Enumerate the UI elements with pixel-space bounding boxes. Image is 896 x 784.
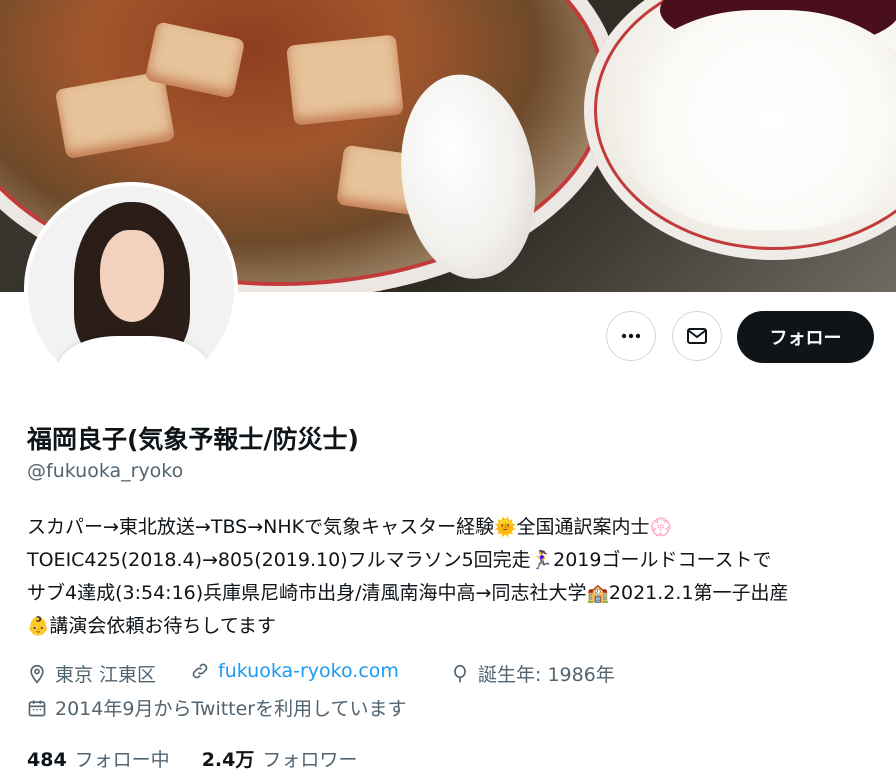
joined-date-text: 2014年9月からTwitterを利用しています — [55, 698, 407, 720]
following-count: 484 — [27, 749, 67, 771]
followers-label: フォロワー — [262, 749, 358, 771]
bio-text: 講演会依頼お待ちしてます — [49, 615, 276, 637]
more-horizontal-icon — [621, 333, 641, 339]
flower-emoji-icon: 💮 — [649, 517, 672, 538]
baby-emoji-icon: 👶 — [27, 616, 50, 637]
follow-button[interactable]: フォロー — [737, 311, 874, 363]
website-link[interactable]: fukuoka-ryoko.com — [218, 660, 399, 682]
website[interactable]: fukuoka-ryoko.com — [190, 660, 399, 682]
followers-link[interactable]: 2.4万 フォロワー — [202, 745, 358, 772]
profile-handle: @fukuoka_ryoko — [27, 460, 184, 482]
bio-text: TOEIC425(2018.4)→805(2019.10)フルマラソン5回完走 — [27, 549, 531, 571]
follow-stats: 484 フォロー中 2.4万 フォロワー — [27, 745, 357, 772]
runner-emoji-icon: 🏃‍♀️ — [530, 550, 554, 571]
birth-year: 誕生年: 1986年 — [450, 660, 615, 687]
calendar-icon — [28, 700, 46, 716]
followers-count: 2.4万 — [201, 749, 255, 771]
link-icon — [192, 663, 208, 679]
profile-name: 福岡良子(気象予報士/防災士) — [27, 425, 359, 454]
location-text: 東京 江東区 — [55, 664, 157, 686]
rice-image — [620, 10, 896, 230]
bio-text: 2021.2.1第一子出産 — [608, 582, 789, 604]
envelope-icon — [687, 328, 707, 344]
bio-text: 全国通訳案内士 — [516, 516, 650, 538]
school-emoji-icon: 🏫 — [586, 583, 609, 604]
joined-date: 2014年9月からTwitterを利用しています — [27, 694, 407, 721]
tofu-piece — [286, 34, 404, 126]
balloon-icon — [454, 664, 466, 682]
avatar-shirt — [58, 336, 208, 392]
bio-text: サブ4達成(3:54:16)兵庫県尼崎市出身/清風南海中高→同志社大学 — [27, 582, 587, 604]
message-button[interactable] — [672, 311, 722, 361]
avatar-frame[interactable] — [24, 182, 238, 396]
avatar[interactable] — [28, 186, 234, 392]
birth-year-text: 誕生年: 1986年 — [478, 664, 615, 686]
location-pin-icon — [30, 664, 44, 684]
profile-bio: スカパー→東北放送→TBS→NHKで気象キャスター経験🌞全国通訳案内士💮 TOE… — [27, 511, 887, 643]
following-label: フォロー中 — [74, 749, 170, 771]
following-link[interactable]: 484 フォロー中 — [27, 745, 170, 772]
bio-text: スカパー→東北放送→TBS→NHKで気象キャスター経験 — [27, 516, 495, 538]
bio-text: 2019ゴールドコーストで — [553, 549, 772, 571]
sun-emoji-icon: 🌞 — [494, 517, 517, 538]
location: 東京 江東区 — [27, 660, 156, 687]
avatar-face — [100, 230, 164, 322]
more-button[interactable] — [606, 311, 656, 361]
